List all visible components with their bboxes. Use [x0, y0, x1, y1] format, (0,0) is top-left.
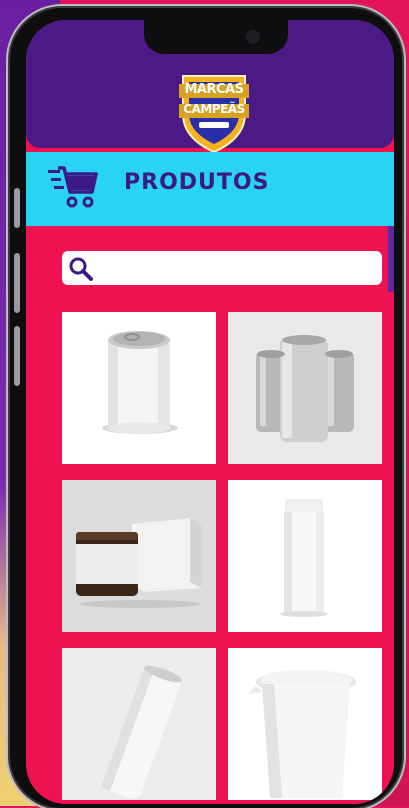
search-icon[interactable]	[68, 256, 94, 282]
scrollbar[interactable]	[388, 226, 394, 292]
product-card-amber-jar[interactable]	[62, 480, 216, 632]
phone-side-button	[14, 326, 20, 386]
shopping-cart-icon	[48, 166, 98, 208]
product-card-slim-can[interactable]	[62, 648, 216, 800]
amber-jar-image	[76, 518, 202, 608]
product-card-aluminum-cans[interactable]	[228, 312, 382, 464]
white-cup-image	[248, 670, 356, 798]
page-title: PRODUTOS	[124, 170, 270, 195]
product-card-white-cup[interactable]	[228, 648, 382, 800]
logo-line-2: CAMPEÃS	[183, 102, 245, 116]
product-card-white-bottle[interactable]	[228, 480, 382, 632]
phone-notch	[144, 20, 288, 54]
phone-frame: MARCAS CAMPEÃS PRODUTOS	[10, 8, 402, 808]
aluminum-cans-image	[256, 335, 354, 442]
phone-screen: MARCAS CAMPEÃS PRODUTOS	[26, 20, 394, 804]
search-box[interactable]	[62, 251, 382, 285]
slim-can-image	[100, 665, 183, 799]
brand-logo[interactable]: MARCAS CAMPEÃS	[177, 68, 251, 154]
white-bottle-image	[280, 499, 328, 617]
tin-can-image	[102, 331, 178, 434]
logo-line-1: MARCAS	[184, 82, 244, 97]
search-input[interactable]	[98, 255, 378, 283]
phone-side-button	[14, 188, 20, 228]
camera	[246, 30, 260, 44]
phone-side-button	[14, 253, 20, 313]
product-card-tin-can[interactable]	[62, 312, 216, 464]
